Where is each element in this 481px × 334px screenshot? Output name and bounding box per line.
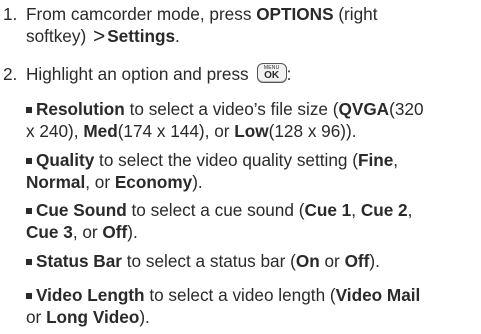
- step-text-fragment: (right: [333, 4, 378, 24]
- option-line: Quality to select the video quality sett…: [26, 149, 476, 171]
- option-value: Fine: [357, 150, 394, 170]
- option-text-fragment: to select a video’s file size (: [124, 99, 339, 119]
- options-key-label: OPTIONS: [256, 4, 334, 24]
- option-text-fragment: , or: [85, 172, 115, 192]
- path-separator-icon: >: [92, 25, 106, 48]
- option-text-fragment: to select a cue sound (: [126, 200, 305, 220]
- option-value: Low: [234, 121, 269, 141]
- bullet-icon: [26, 107, 32, 113]
- step-line: softkey) > Settings.: [26, 25, 466, 48]
- option-text-fragment: or: [319, 251, 345, 271]
- option-line: Cue 3, or Off).: [26, 221, 476, 243]
- step-number: 2.: [3, 64, 18, 84]
- option-name: Quality: [36, 150, 95, 170]
- option-text-fragment: ).: [369, 251, 380, 271]
- step-text: From camcorder mode, press OPTIONS (righ…: [26, 3, 466, 48]
- option-text-fragment: ,: [393, 150, 399, 170]
- option-name: Video Length: [36, 285, 145, 305]
- option-value: Off: [102, 222, 128, 242]
- option-text-fragment: , or: [72, 222, 103, 242]
- option-value: Med: [83, 121, 118, 141]
- option-value: Cue 2: [360, 200, 408, 220]
- menu-ok-key-icon: MENU OK: [256, 63, 287, 84]
- instruction-document: 1. From camcorder mode, press OPTIONS (r…: [0, 0, 481, 334]
- option-value: Normal: [26, 172, 86, 192]
- option-line: Normal, or Economy).: [26, 171, 476, 193]
- option-value: Economy: [114, 172, 193, 192]
- bullet-icon: [26, 158, 32, 164]
- step-text-fragment: Highlight an option and press: [26, 64, 249, 84]
- option-line: x 240), Med(174 x 144), or Low(128 x 96)…: [26, 120, 476, 142]
- option-line: or Long Video).: [26, 306, 476, 328]
- option-text-fragment: ).: [127, 222, 138, 242]
- option-text-fragment: or: [26, 307, 47, 327]
- option-line: Status Bar to select a status bar (On or…: [26, 250, 476, 272]
- option-name: Status Bar: [36, 251, 122, 271]
- bullet-icon: [26, 293, 32, 299]
- option-text-fragment: (320: [389, 99, 424, 119]
- option-text-fragment: ).: [139, 307, 150, 327]
- ok-key-caption: OK: [264, 70, 280, 82]
- step-text-fragment: .: [175, 26, 180, 46]
- option-text-fragment: x 240),: [26, 121, 84, 141]
- step-line: From camcorder mode, press OPTIONS (righ…: [26, 3, 466, 25]
- option-value: Video Mail: [335, 285, 421, 305]
- option-text-fragment: to select a status bar (: [121, 251, 296, 271]
- option-text-fragment: (128 x 96)).: [268, 121, 357, 141]
- step-text-fragment: softkey): [26, 26, 91, 46]
- option-value: Cue 3: [26, 222, 73, 242]
- option-line: Cue Sound to select a cue sound (Cue 1, …: [26, 199, 476, 221]
- step-text: Highlight an option and press MENU OK:: [26, 63, 466, 85]
- option-status-bar: Status Bar to select a status bar (On or…: [26, 250, 476, 272]
- option-value: Off: [344, 251, 370, 271]
- option-quality: Quality to select the video quality sett…: [26, 149, 476, 193]
- option-video-length: Video Length to select a video length (V…: [26, 284, 476, 328]
- step-text-fragment: :: [286, 64, 292, 84]
- step-line: Highlight an option and press MENU OK:: [26, 63, 466, 85]
- option-cue-sound: Cue Sound to select a cue sound (Cue 1 , …: [26, 199, 476, 243]
- option-name: Cue Sound: [36, 200, 127, 220]
- option-value: Long Video: [46, 307, 140, 327]
- option-value: On: [295, 251, 320, 271]
- step-number: 1.: [3, 4, 18, 24]
- step-text-fragment: From camcorder mode, press: [26, 4, 257, 24]
- bullet-icon: [26, 208, 32, 214]
- option-value: QVGA: [338, 99, 390, 119]
- option-text-fragment: to select the video quality setting (: [94, 150, 358, 170]
- option-text-fragment: to select a video length (: [144, 285, 336, 305]
- option-name: Resolution: [36, 99, 125, 119]
- bullet-icon: [26, 259, 32, 265]
- option-text-fragment: (174 x 144), or: [117, 121, 235, 141]
- option-text-fragment: ,: [407, 200, 413, 220]
- option-value: Cue 1: [304, 200, 352, 220]
- option-line: Video Length to select a video length (V…: [26, 284, 476, 306]
- option-text-fragment: ,: [351, 200, 361, 220]
- option-text-fragment: ).: [192, 172, 203, 192]
- option-resolution: Resolution to select a video’s file size…: [26, 98, 476, 142]
- option-line: Resolution to select a video’s file size…: [26, 98, 476, 120]
- settings-label: Settings: [107, 26, 176, 46]
